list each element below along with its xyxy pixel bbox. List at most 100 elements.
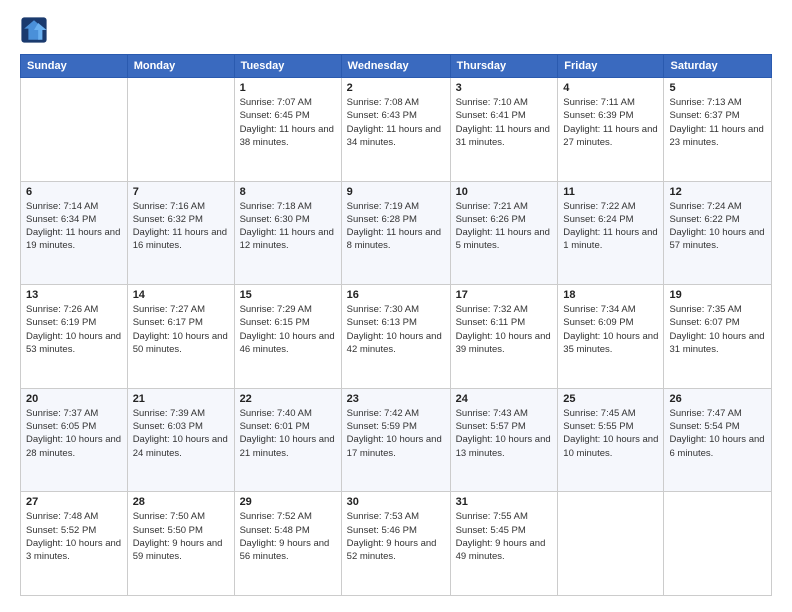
day-info: Sunrise: 7:27 AM Sunset: 6:17 PM Dayligh… — [133, 303, 229, 356]
day-info: Sunrise: 7:30 AM Sunset: 6:13 PM Dayligh… — [347, 303, 445, 356]
day-info: Sunrise: 7:14 AM Sunset: 6:34 PM Dayligh… — [26, 200, 122, 253]
day-number: 8 — [240, 186, 336, 198]
calendar-cell: 4 Sunrise: 7:11 AM Sunset: 6:39 PM Daylig… — [558, 78, 664, 182]
day-info: Sunrise: 7:43 AM Sunset: 5:57 PM Dayligh… — [456, 407, 553, 460]
calendar-cell: 1Sunrise: 7:07 AM Sunset: 6:45 PM Daylig… — [234, 78, 341, 182]
calendar-row-3: 13 Sunrise: 7:26 AM Sunset: 6:19 PM Dayli… — [21, 285, 772, 389]
day-info: Sunrise: 7:34 AM Sunset: 6:09 PM Dayligh… — [563, 303, 658, 356]
day-info: Sunrise: 7:22 AM Sunset: 6:24 PM Dayligh… — [563, 200, 658, 253]
calendar-cell: 14 Sunrise: 7:27 AM Sunset: 6:17 PM Dayli… — [127, 285, 234, 389]
calendar-cell: 3Sunrise: 7:10 AM Sunset: 6:41 PM Daylig… — [450, 78, 558, 182]
calendar-cell: 8 Sunrise: 7:18 AM Sunset: 6:30 PM Daylig… — [234, 181, 341, 285]
calendar-row-5: 27 Sunrise: 7:48 AM Sunset: 5:52 PM Dayli… — [21, 492, 772, 596]
day-number: 24 — [456, 393, 553, 405]
calendar-cell: 7 Sunrise: 7:16 AM Sunset: 6:32 PM Daylig… — [127, 181, 234, 285]
header — [20, 16, 772, 44]
day-number: 7 — [133, 186, 229, 198]
day-info: Sunrise: 7:26 AM Sunset: 6:19 PM Dayligh… — [26, 303, 122, 356]
calendar-cell: 6 Sunrise: 7:14 AM Sunset: 6:34 PM Daylig… — [21, 181, 128, 285]
day-number: 22 — [240, 393, 336, 405]
day-info: Sunrise: 7:52 AM Sunset: 5:48 PM Dayligh… — [240, 510, 336, 563]
weekday-sunday: Sunday — [21, 55, 128, 78]
calendar-cell: 15Sunrise: 7:29 AM Sunset: 6:15 PM Dayli… — [234, 285, 341, 389]
day-number: 25 — [563, 393, 658, 405]
day-info: Sunrise: 7:07 AM Sunset: 6:45 PM Dayligh… — [240, 96, 336, 149]
day-info: Sunrise: 7:24 AM Sunset: 6:22 PM Dayligh… — [669, 200, 766, 253]
day-number: 17 — [456, 289, 553, 301]
calendar-cell — [21, 78, 128, 182]
day-number: 28 — [133, 496, 229, 508]
day-number: 26 — [669, 393, 766, 405]
weekday-monday: Monday — [127, 55, 234, 78]
calendar-cell: 18 Sunrise: 7:34 AM Sunset: 6:09 PM Dayli… — [558, 285, 664, 389]
day-number: 6 — [26, 186, 122, 198]
day-info: Sunrise: 7:42 AM Sunset: 5:59 PM Dayligh… — [347, 407, 445, 460]
calendar-cell: 26 Sunrise: 7:47 AM Sunset: 5:54 PM Dayli… — [664, 388, 772, 492]
day-number: 13 — [26, 289, 122, 301]
calendar-cell — [127, 78, 234, 182]
day-number: 20 — [26, 393, 122, 405]
calendar-row-4: 20 Sunrise: 7:37 AM Sunset: 6:05 PM Dayli… — [21, 388, 772, 492]
calendar-cell: 22Sunrise: 7:40 AM Sunset: 6:01 PM Dayli… — [234, 388, 341, 492]
day-number: 12 — [669, 186, 766, 198]
day-number: 3 — [456, 82, 553, 94]
calendar-cell: 28 Sunrise: 7:50 AM Sunset: 5:50 PM Dayli… — [127, 492, 234, 596]
weekday-tuesday: Tuesday — [234, 55, 341, 78]
day-info: Sunrise: 7:37 AM Sunset: 6:05 PM Dayligh… — [26, 407, 122, 460]
day-number: 10 — [456, 186, 553, 198]
day-info: Sunrise: 7:16 AM Sunset: 6:32 PM Dayligh… — [133, 200, 229, 253]
day-number: 29 — [240, 496, 336, 508]
calendar-cell — [558, 492, 664, 596]
weekday-friday: Friday — [558, 55, 664, 78]
calendar-row-2: 6 Sunrise: 7:14 AM Sunset: 6:34 PM Daylig… — [21, 181, 772, 285]
calendar-cell: 30Sunrise: 7:53 AM Sunset: 5:46 PM Dayli… — [341, 492, 450, 596]
day-info: Sunrise: 7:18 AM Sunset: 6:30 PM Dayligh… — [240, 200, 336, 253]
calendar-cell: 25Sunrise: 7:45 AM Sunset: 5:55 PM Dayli… — [558, 388, 664, 492]
day-info: Sunrise: 7:11 AM Sunset: 6:39 PM Dayligh… — [563, 96, 658, 149]
calendar-cell: 13 Sunrise: 7:26 AM Sunset: 6:19 PM Dayli… — [21, 285, 128, 389]
calendar-cell: 23 Sunrise: 7:42 AM Sunset: 5:59 PM Dayli… — [341, 388, 450, 492]
calendar-cell: 9 Sunrise: 7:19 AM Sunset: 6:28 PM Daylig… — [341, 181, 450, 285]
calendar-cell: 2 Sunrise: 7:08 AM Sunset: 6:43 PM Daylig… — [341, 78, 450, 182]
calendar-cell: 11 Sunrise: 7:22 AM Sunset: 6:24 PM Dayli… — [558, 181, 664, 285]
day-number: 27 — [26, 496, 122, 508]
logo-icon — [20, 16, 48, 44]
calendar-cell: 31 Sunrise: 7:55 AM Sunset: 5:45 PM Dayli… — [450, 492, 558, 596]
calendar-cell: 20 Sunrise: 7:37 AM Sunset: 6:05 PM Dayli… — [21, 388, 128, 492]
day-number: 18 — [563, 289, 658, 301]
day-number: 5 — [669, 82, 766, 94]
logo — [20, 16, 52, 44]
day-number: 2 — [347, 82, 445, 94]
day-number: 11 — [563, 186, 658, 198]
day-number: 19 — [669, 289, 766, 301]
day-number: 31 — [456, 496, 553, 508]
day-info: Sunrise: 7:21 AM Sunset: 6:26 PM Dayligh… — [456, 200, 553, 253]
calendar-cell: 12 Sunrise: 7:24 AM Sunset: 6:22 PM Dayli… — [664, 181, 772, 285]
day-info: Sunrise: 7:50 AM Sunset: 5:50 PM Dayligh… — [133, 510, 229, 563]
calendar-cell: 27 Sunrise: 7:48 AM Sunset: 5:52 PM Dayli… — [21, 492, 128, 596]
calendar-cell: 19Sunrise: 7:35 AM Sunset: 6:07 PM Dayli… — [664, 285, 772, 389]
day-info: Sunrise: 7:55 AM Sunset: 5:45 PM Dayligh… — [456, 510, 553, 563]
calendar-cell — [664, 492, 772, 596]
weekday-header-row: SundayMondayTuesdayWednesdayThursdayFrid… — [21, 55, 772, 78]
day-info: Sunrise: 7:08 AM Sunset: 6:43 PM Dayligh… — [347, 96, 445, 149]
day-info: Sunrise: 7:29 AM Sunset: 6:15 PM Dayligh… — [240, 303, 336, 356]
day-info: Sunrise: 7:48 AM Sunset: 5:52 PM Dayligh… — [26, 510, 122, 563]
calendar-cell: 29 Sunrise: 7:52 AM Sunset: 5:48 PM Dayli… — [234, 492, 341, 596]
calendar-cell: 5 Sunrise: 7:13 AM Sunset: 6:37 PM Daylig… — [664, 78, 772, 182]
day-number: 21 — [133, 393, 229, 405]
day-info: Sunrise: 7:13 AM Sunset: 6:37 PM Dayligh… — [669, 96, 766, 149]
day-number: 16 — [347, 289, 445, 301]
day-number: 23 — [347, 393, 445, 405]
page: SundayMondayTuesdayWednesdayThursdayFrid… — [0, 0, 792, 612]
day-number: 14 — [133, 289, 229, 301]
day-info: Sunrise: 7:47 AM Sunset: 5:54 PM Dayligh… — [669, 407, 766, 460]
weekday-wednesday: Wednesday — [341, 55, 450, 78]
day-number: 4 — [563, 82, 658, 94]
day-info: Sunrise: 7:19 AM Sunset: 6:28 PM Dayligh… — [347, 200, 445, 253]
calendar-cell: 10 Sunrise: 7:21 AM Sunset: 6:26 PM Dayli… — [450, 181, 558, 285]
calendar-table: SundayMondayTuesdayWednesdayThursdayFrid… — [20, 54, 772, 596]
day-info: Sunrise: 7:32 AM Sunset: 6:11 PM Dayligh… — [456, 303, 553, 356]
weekday-thursday: Thursday — [450, 55, 558, 78]
day-number: 9 — [347, 186, 445, 198]
